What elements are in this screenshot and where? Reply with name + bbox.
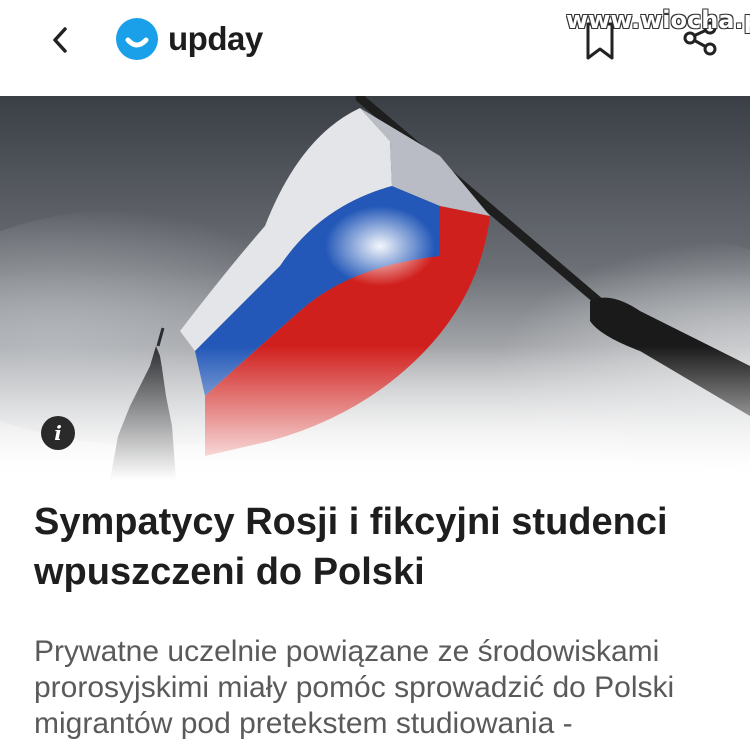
top-app-bar: upday www.wiocha.pl — [0, 0, 750, 96]
info-icon: i — [54, 421, 62, 445]
chevron-left-icon — [53, 27, 67, 53]
watermark: www.wiocha.pl — [566, 6, 750, 34]
app-logo: upday — [116, 17, 263, 61]
app-name: upday — [168, 20, 263, 57]
hero-image[interactable] — [0, 96, 750, 480]
article-teaser: Prywatne uczelnie powiązane ze środowisk… — [34, 635, 675, 740]
image-info-button[interactable]: i — [41, 416, 75, 450]
article-headline[interactable]: Sympatycy Rosji i fikcyjni studenci wpus… — [34, 497, 724, 597]
upday-logo-icon — [116, 18, 158, 60]
back-button[interactable] — [42, 22, 78, 58]
